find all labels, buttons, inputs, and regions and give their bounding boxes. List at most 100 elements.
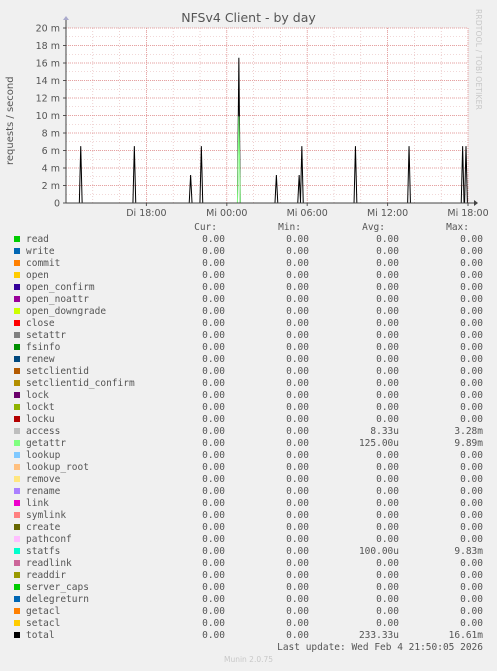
legend-max: 0.00	[460, 606, 483, 617]
legend-avg: 0.00	[376, 450, 399, 461]
legend-row: create 0.00 0.00 0.00 0.00	[0, 522, 497, 534]
legend-label: fsinfo	[26, 342, 61, 353]
legend-cur: 0.00	[202, 474, 225, 485]
legend-avg: 0.00	[376, 534, 399, 545]
y-tick-label: 8 m	[42, 129, 60, 140]
legend-row: open_downgrade 0.00 0.00 0.00 0.00	[0, 306, 497, 318]
legend-max: 0.00	[460, 330, 483, 341]
legend-max: 0.00	[460, 414, 483, 425]
legend-avg: 0.00	[376, 414, 399, 425]
plot-area: 0 2 m 4 m 6 m 8 m 10 m 12 m 14 m 16 m 18 m 20 m Di …	[36, 16, 489, 219]
legend-swatch	[14, 308, 20, 314]
legend-max: 0.00	[460, 282, 483, 293]
legend-label: link	[26, 498, 49, 509]
legend-min: 0.00	[286, 570, 309, 581]
y-tick-label: 4 m	[42, 164, 60, 175]
legend-swatch	[14, 296, 20, 302]
legend-min: 0.00	[286, 234, 309, 245]
legend-max: 0.00	[460, 618, 483, 629]
legend-row: readdir 0.00 0.00 0.00 0.00	[0, 570, 497, 582]
legend-cur: 0.00	[202, 570, 225, 581]
legend-header: Cur: Min: Avg: Max:	[0, 222, 497, 234]
legend-min: 0.00	[286, 438, 309, 449]
legend-min: 0.00	[286, 318, 309, 329]
legend-row: close 0.00 0.00 0.00 0.00	[0, 318, 497, 330]
legend-row: setclientid 0.00 0.00 0.00 0.00	[0, 366, 497, 378]
legend-row: lock 0.00 0.00 0.00 0.00	[0, 390, 497, 402]
legend-swatch	[14, 356, 20, 362]
legend-label: lock	[26, 390, 49, 401]
legend-label: commit	[26, 258, 61, 269]
legend-label: read	[26, 234, 49, 245]
legend-row: lookup_root 0.00 0.00 0.00 0.00	[0, 462, 497, 474]
legend-header-min: Min:	[278, 222, 301, 233]
legend-avg: 233.33u	[358, 630, 399, 641]
legend-swatch	[14, 500, 20, 506]
legend-max: 9.83m	[454, 546, 483, 557]
legend-row: setattr 0.00 0.00 0.00 0.00	[0, 330, 497, 342]
legend-avg: 0.00	[376, 594, 399, 605]
legend-label: statfs	[26, 546, 61, 557]
legend-max: 0.00	[460, 246, 483, 257]
legend-max: 0.00	[460, 390, 483, 401]
legend-row: lockt 0.00 0.00 0.00 0.00	[0, 402, 497, 414]
legend-label: remove	[26, 474, 61, 485]
y-tick-label: 18 m	[36, 41, 60, 52]
legend-max: 16.61m	[448, 630, 483, 641]
legend-min: 0.00	[286, 462, 309, 473]
legend-label: open_downgrade	[26, 306, 107, 317]
legend-swatch	[14, 632, 20, 638]
legend-min: 0.00	[286, 558, 309, 569]
legend-min: 0.00	[286, 354, 309, 365]
legend-max: 0.00	[460, 594, 483, 605]
legend-max: 0.00	[460, 270, 483, 281]
legend-label: open_noattr	[26, 294, 89, 305]
legend-max: 0.00	[460, 378, 483, 389]
munin-version: Munin 2.0.75	[223, 655, 274, 664]
y-axis-arrow	[63, 16, 69, 20]
legend-swatch	[14, 428, 20, 434]
legend-label: readlink	[26, 558, 72, 569]
legend-avg: 0.00	[376, 270, 399, 281]
x-tick-label: Mi 12:00	[367, 208, 408, 219]
x-tick-label: Mi 18:00	[447, 208, 488, 219]
legend-label: close	[26, 318, 55, 329]
legend-avg: 100.00u	[358, 546, 399, 557]
legend-swatch	[14, 248, 20, 254]
legend-swatch	[14, 572, 20, 578]
legend-max: 0.00	[460, 318, 483, 329]
legend-cur: 0.00	[202, 630, 225, 641]
legend-min: 0.00	[286, 474, 309, 485]
last-update: Last update: Wed Feb 4 21:50:05 2026	[277, 642, 483, 653]
legend-row: symlink 0.00 0.00 0.00 0.00	[0, 510, 497, 522]
legend-cur: 0.00	[202, 402, 225, 413]
legend-swatch	[14, 464, 20, 470]
legend-swatch	[14, 512, 20, 518]
x-tick-label: Mi 06:00	[287, 208, 328, 219]
legend-avg: 0.00	[376, 486, 399, 497]
legend-swatch	[14, 416, 20, 422]
x-tick-label: Di 18:00	[126, 208, 166, 219]
legend-avg: 0.00	[376, 570, 399, 581]
legend-max: 0.00	[460, 342, 483, 353]
legend-avg: 0.00	[376, 294, 399, 305]
legend-swatch	[14, 272, 20, 278]
y-tick-label: 16 m	[36, 59, 60, 70]
legend-swatch	[14, 236, 20, 242]
legend-cur: 0.00	[202, 606, 225, 617]
legend-row: lookup 0.00 0.00 0.00 0.00	[0, 450, 497, 462]
legend-cur: 0.00	[202, 426, 225, 437]
legend-row: access 0.00 0.00 8.33u 3.28m	[0, 426, 497, 438]
x-tick-label: Mi 00:00	[206, 208, 247, 219]
legend-row: open_noattr 0.00 0.00 0.00 0.00	[0, 294, 497, 306]
legend-avg: 0.00	[376, 402, 399, 413]
legend-header-avg: Avg:	[362, 222, 385, 233]
legend-min: 0.00	[286, 270, 309, 281]
legend-cur: 0.00	[202, 246, 225, 257]
legend-avg: 0.00	[376, 462, 399, 473]
legend-cur: 0.00	[202, 498, 225, 509]
legend-avg: 0.00	[376, 474, 399, 485]
legend-swatch	[14, 284, 20, 290]
legend-swatch	[14, 440, 20, 446]
legend-avg: 0.00	[376, 582, 399, 593]
